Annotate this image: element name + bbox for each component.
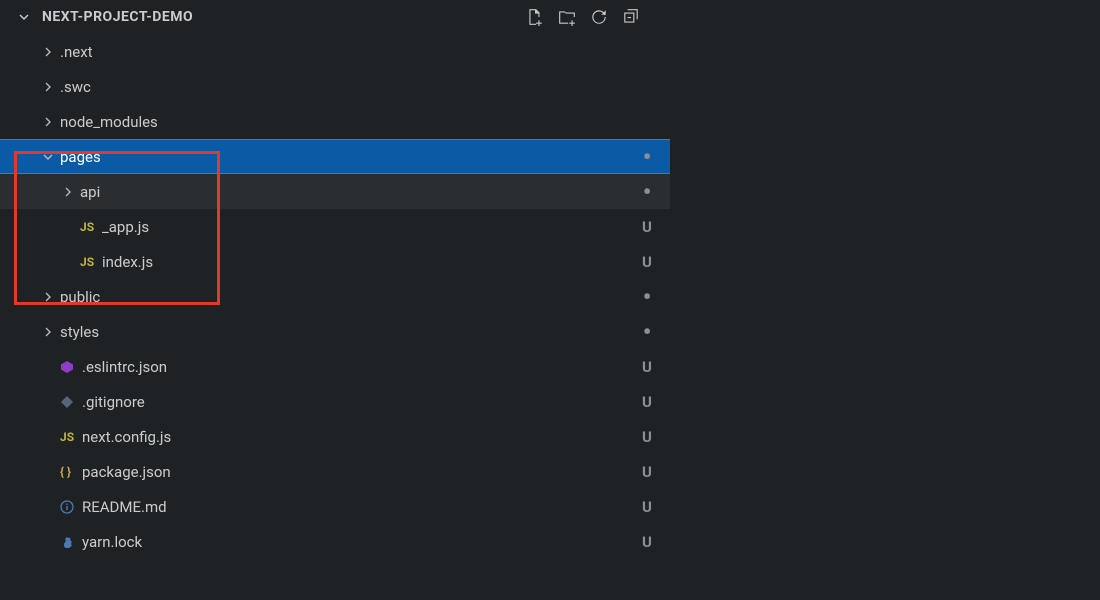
- file-label: index.js: [102, 253, 638, 271]
- git-status-badge: U: [638, 358, 656, 376]
- file-row[interactable]: yarn.lockU: [0, 524, 670, 559]
- git-status-badge: U: [638, 428, 656, 446]
- chevron-right-icon[interactable]: [42, 81, 60, 93]
- file-row[interactable]: { }package.jsonU: [0, 454, 670, 489]
- file-label: README.md: [82, 498, 638, 516]
- git-status-badge: U: [638, 498, 656, 516]
- explorer-header: NEXT-PROJECT-DEMO: [0, 0, 670, 32]
- folder-label: node_modules: [60, 113, 638, 131]
- header-actions: [526, 8, 658, 26]
- file-row[interactable]: JSindex.jsU: [0, 244, 670, 279]
- file-row[interactable]: .gitignoreU: [0, 384, 670, 419]
- file-label: next.config.js: [82, 428, 638, 446]
- git-status-badge: U: [638, 253, 656, 271]
- file-label: .eslintrc.json: [82, 358, 638, 376]
- chevron-down-icon[interactable]: [42, 151, 60, 163]
- git-status-badge: U: [638, 463, 656, 481]
- folder-row[interactable]: api•: [0, 174, 670, 209]
- file-explorer-panel: NEXT-PROJECT-DEMO .next .swc node_modulesp…: [0, 0, 670, 600]
- modified-dot-icon: •: [638, 187, 656, 197]
- collapse-all-button[interactable]: [622, 8, 640, 26]
- file-row[interactable]: JS_app.jsU: [0, 209, 670, 244]
- folder-label: public: [60, 288, 638, 306]
- js-file-icon: JS: [60, 430, 82, 444]
- chevron-right-icon[interactable]: [42, 291, 60, 303]
- modified-dot-icon: •: [638, 327, 656, 337]
- chevron-right-icon[interactable]: [42, 116, 60, 128]
- new-folder-button[interactable]: [558, 8, 576, 26]
- yarn-file-icon: [60, 535, 82, 549]
- file-label: package.json: [82, 463, 638, 481]
- js-file-icon: JS: [80, 255, 102, 269]
- git-status-badge: U: [638, 218, 656, 236]
- file-tree: .next.swcnode_modulespages•api•JS_app.js…: [0, 32, 670, 561]
- modified-dot-icon: •: [638, 152, 656, 162]
- folder-row[interactable]: public•: [0, 279, 670, 314]
- folder-row[interactable]: .next: [0, 34, 670, 69]
- folder-row[interactable]: styles•: [0, 314, 670, 349]
- file-row[interactable]: README.mdU: [0, 489, 670, 524]
- folder-row[interactable]: .swc: [0, 69, 670, 104]
- file-label: .gitignore: [82, 393, 638, 411]
- chevron-right-icon[interactable]: [62, 186, 80, 198]
- chevron-right-icon[interactable]: [42, 46, 60, 58]
- folder-label: .next: [60, 43, 638, 61]
- folder-label: .swc: [60, 78, 638, 96]
- eslint-file-icon: [60, 360, 82, 374]
- folder-row[interactable]: pages•: [0, 139, 670, 174]
- folder-label: styles: [60, 323, 638, 341]
- folder-label: pages: [60, 148, 638, 166]
- info-file-icon: [60, 500, 82, 514]
- js-file-icon: JS: [80, 220, 102, 234]
- chevron-down-icon[interactable]: [18, 11, 36, 23]
- git-file-icon: [60, 395, 82, 409]
- chevron-right-icon[interactable]: [42, 326, 60, 338]
- modified-dot-icon: •: [638, 292, 656, 302]
- refresh-button[interactable]: [590, 8, 608, 26]
- project-title: NEXT-PROJECT-DEMO: [42, 9, 193, 25]
- file-label: _app.js: [102, 218, 638, 236]
- new-file-button[interactable]: [526, 8, 544, 26]
- file-row[interactable]: JSnext.config.jsU: [0, 419, 670, 454]
- folder-label: api: [80, 183, 638, 201]
- file-row[interactable]: .eslintrc.jsonU: [0, 349, 670, 384]
- file-label: yarn.lock: [82, 533, 638, 551]
- git-status-badge: U: [638, 533, 656, 551]
- folder-row[interactable]: node_modules: [0, 104, 670, 139]
- git-status-badge: U: [638, 393, 656, 411]
- json-file-icon: { }: [60, 465, 82, 479]
